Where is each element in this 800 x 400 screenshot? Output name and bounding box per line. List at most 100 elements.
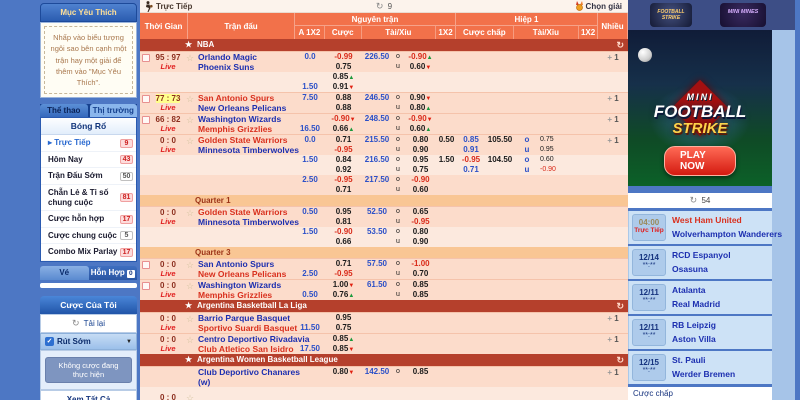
team-name[interactable]: Golden State Warriors — [198, 207, 299, 217]
odds-cell[interactable]: 52.50 — [362, 207, 392, 217]
odds-cell[interactable]: 0.60 — [540, 155, 552, 165]
odds-cell[interactable]: 0.88 — [325, 103, 362, 113]
star-icon[interactable]: ★ — [185, 354, 192, 366]
sidebar-item-combo-mix-parlay[interactable]: Combo Mix Parlay17 — [41, 244, 136, 261]
odds-cell[interactable]: 1.00▼ — [325, 280, 362, 290]
odds-cell[interactable]: u — [392, 237, 404, 247]
odds-cell[interactable]: u — [392, 62, 404, 72]
odds-cell[interactable]: 0.50 — [295, 207, 325, 217]
sidebar-item-h-m-nay[interactable]: Hôm Nay43 — [41, 152, 136, 169]
odds-cell[interactable]: 0.50 — [295, 290, 325, 300]
reload-button[interactable]: ↻ Tải lại — [40, 314, 137, 333]
odds-cell[interactable]: o — [392, 227, 404, 237]
odds-cell[interactable]: 0.85 — [404, 290, 437, 300]
odds-cell[interactable]: 0.50 — [437, 135, 456, 145]
odds-cell[interactable]: 0.85 — [404, 367, 437, 377]
team-name[interactable]: Washington Wizards — [198, 114, 281, 124]
odds-cell[interactable]: 0.65 — [404, 207, 437, 217]
team-name[interactable]: New Orleans Pelicans — [198, 103, 286, 113]
odds-cell[interactable]: -0.95 — [325, 175, 362, 185]
favorite-star-icon[interactable]: ☆ — [186, 115, 194, 126]
odds-cell[interactable]: 0.95 — [404, 155, 437, 165]
early-payout-row[interactable]: ✓ Rút Sớm ▼ — [40, 333, 137, 350]
upcoming-match-row[interactable]: 12/15**:**St. PauliWerder Bremen — [628, 351, 772, 384]
odds-cell[interactable]: 0.71 — [325, 135, 362, 145]
team-name[interactable]: Washington Wizards — [198, 280, 281, 290]
odds-cell[interactable]: 0.80▼ — [325, 367, 362, 377]
odds-cell[interactable]: 0.88 — [325, 93, 362, 103]
chevron-down-icon[interactable]: ▼ — [126, 339, 132, 345]
odds-cell[interactable]: u — [392, 185, 404, 195]
odds-cell[interactable]: -0.90 — [540, 165, 552, 175]
odds-cell[interactable]: 0.76▲ — [325, 290, 362, 300]
mini-football-strike-banner[interactable]: MINI FOOTBALL STRIKE PLAY NOW — [628, 30, 772, 186]
odds-cell[interactable]: u — [514, 145, 540, 155]
odds-cell[interactable]: 0.0 — [295, 135, 325, 145]
odds-cell[interactable]: 1.50 — [295, 82, 325, 92]
odds-cell[interactable]: 0.80 — [404, 135, 437, 145]
odds-cell[interactable]: 0.70 — [404, 269, 437, 279]
odds-cell[interactable]: 246.50 — [362, 93, 392, 103]
odds-cell[interactable]: u — [392, 103, 404, 113]
odds-cell[interactable]: 0.71 — [325, 259, 362, 269]
odds-cell[interactable]: 0.75 — [540, 135, 552, 145]
odds-cell[interactable]: 2.50 — [295, 269, 325, 279]
odds-cell[interactable]: 217.50 — [362, 175, 392, 185]
odds-cell[interactable]: 0.85▼ — [325, 344, 362, 354]
odds-cell[interactable]: 0.80 — [404, 227, 437, 237]
team-name[interactable]: Sportivo Suardi Basquet — [198, 323, 297, 333]
sidebar-item-c-c-chung-cu-c[interactable]: Cược chung cuộc5 — [41, 228, 136, 245]
odds-cell[interactable]: 226.50 — [362, 52, 392, 62]
odds-cell[interactable]: -0.95 — [325, 145, 362, 155]
odds-cell[interactable]: -0.90▼ — [404, 114, 437, 124]
team-name[interactable]: Barrio Parque Basquet — [198, 313, 297, 323]
mini-mines-thumb[interactable]: MINI MINES — [720, 3, 766, 27]
odds-cell[interactable]: 0.90 — [404, 145, 437, 155]
odds-cell[interactable]: 0.71 — [456, 165, 486, 175]
odds-cell[interactable]: 0.75 — [404, 165, 437, 175]
favorite-star-icon[interactable]: ☆ — [186, 260, 194, 271]
odds-cell[interactable]: 7.50 — [295, 93, 325, 103]
league-refresh-icon[interactable]: ↻ — [616, 354, 624, 366]
odds-cell[interactable]: 0.60▼ — [404, 62, 437, 72]
odds-cell[interactable]: 0.71 — [325, 185, 362, 195]
odds-cell[interactable]: o — [514, 155, 540, 165]
odds-cell[interactable]: 248.50 — [362, 114, 392, 124]
odds-cell[interactable]: 0.85▲ — [325, 334, 362, 344]
play-now-button[interactable]: PLAY NOW — [664, 146, 736, 176]
more-markets[interactable]: + 1 — [600, 94, 626, 103]
odds-cell[interactable]: 0.91▼ — [325, 82, 362, 92]
odds-cell[interactable]: 0.85▲ — [325, 72, 362, 82]
upcoming-match-row[interactable]: 12/11**:**AtalantaReal Madrid — [628, 281, 772, 314]
odds-cell[interactable]: u — [392, 290, 404, 300]
team-name[interactable]: Minnesota Timberwolves — [198, 217, 299, 227]
odds-cell[interactable]: o — [392, 175, 404, 185]
odds-cell[interactable]: 216.50 — [362, 155, 392, 165]
team-name[interactable]: (w) — [198, 377, 300, 387]
odds-cell[interactable]: 1.50 — [295, 155, 325, 165]
odds-cell[interactable]: u — [392, 145, 404, 155]
team-name[interactable]: New Orleans Pelicans — [198, 269, 286, 279]
team-name[interactable]: Golden State Warriors — [198, 135, 299, 145]
odds-cell[interactable]: o — [392, 259, 404, 269]
league-refresh-icon[interactable]: ↻ — [616, 300, 624, 312]
odds-cell[interactable]: u — [392, 217, 404, 227]
odds-cell[interactable]: 57.50 — [362, 259, 392, 269]
odds-cell[interactable]: 0.85 — [456, 135, 486, 145]
odds-cell[interactable]: -0.95 — [325, 269, 362, 279]
odds-cell[interactable]: 0.91 — [456, 145, 486, 155]
odds-cell[interactable]: 0.95 — [325, 207, 362, 217]
team-name[interactable]: Phoenix Suns — [198, 62, 257, 72]
refresh-count[interactable]: ↻ 9 — [140, 1, 628, 12]
odds-cell[interactable]: 1.50 — [437, 155, 456, 165]
more-markets[interactable]: + 1 — [600, 314, 626, 323]
team-name[interactable]: Memphis Grizzlies — [198, 290, 281, 300]
early-payout-checkbox[interactable]: ✓ — [45, 337, 54, 346]
team-name[interactable]: Memphis Grizzlies — [198, 124, 281, 134]
more-markets[interactable]: + 1 — [600, 335, 626, 344]
odds-cell[interactable]: 0.95 — [540, 145, 552, 155]
star-icon[interactable]: ★ — [185, 39, 192, 51]
odds-cell[interactable]: 0.81 — [325, 217, 362, 227]
favorite-star-icon[interactable]: ☆ — [186, 136, 194, 147]
odds-cell[interactable]: o — [392, 93, 404, 103]
